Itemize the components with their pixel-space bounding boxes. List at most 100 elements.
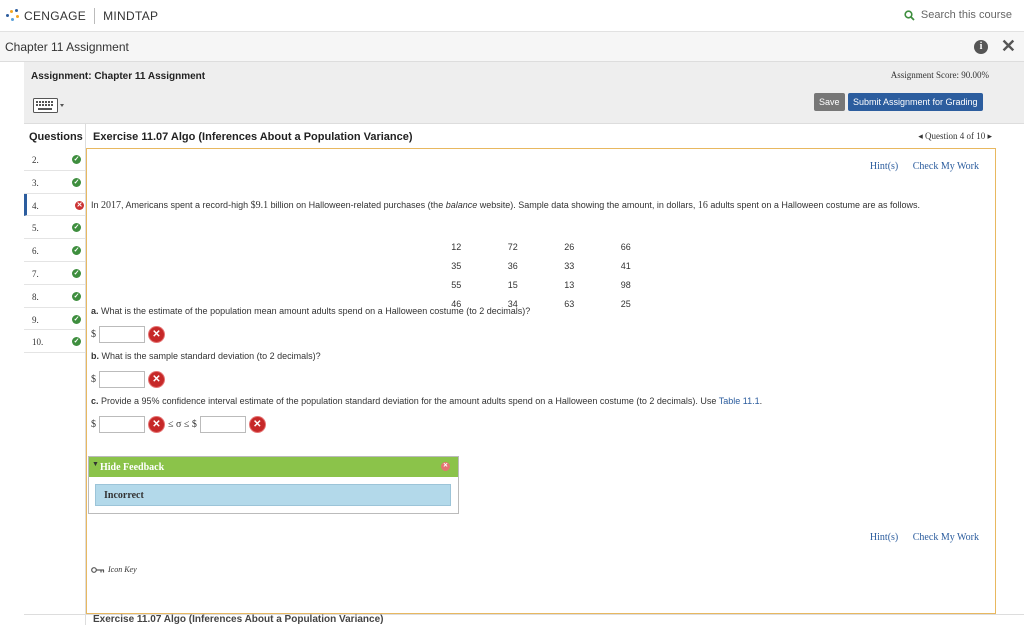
table-cell: 12 [451,241,462,252]
question-panel: Hint(s) Check My Work In 2017, Americans… [86,148,996,614]
table-11-1-link[interactable]: Table 11.1 [719,396,760,406]
exercise-title: Exercise 11.07 Algo (Inferences About a … [93,131,413,143]
assignment-score: Assignment Score: 90.00% [890,70,989,80]
question-text-part: billion on Halloween-related purchases (… [268,200,446,210]
part-c-lower-input[interactable] [99,416,145,433]
table-cell: 13 [564,279,575,290]
question-number: 4. [32,200,39,211]
question-number: 8. [32,291,39,302]
question-item-4[interactable]: 4. ✕ [24,193,85,217]
correct-check-icon: ✓ [72,155,81,164]
question-number: 10. [32,337,44,348]
part-b-input[interactable] [99,371,145,388]
bottom-exercise-title: Exercise 11.07 Algo (Inferences About a … [93,614,384,625]
correct-check-icon: ✓ [72,291,81,301]
correct-check-icon: ✓ [72,337,81,347]
hide-feedback-toggle[interactable]: ▼ Hide Feedback ✕ [89,457,458,477]
incorrect-x-icon: ✕ [75,200,84,210]
part-text: What is the sample standard deviation (t… [99,351,270,361]
currency-symbol: $ [91,419,96,430]
question-item-2[interactable]: 2. ✓ [24,148,85,171]
question-item-8[interactable]: 8. ✓ [24,285,85,308]
correct-check-icon: ✓ [72,268,81,278]
part-c-upper-input[interactable] [199,416,246,433]
incorrect-x-icon: ✕ [149,372,164,387]
info-icon[interactable]: i [974,40,988,54]
top-bar: CENGAGE MINDTAP Search this course [0,0,1024,32]
keyboard-icon[interactable] [33,98,65,119]
icon-key-label: Icon Key [108,565,137,574]
sigma-inequality: ≤ σ ≤ $ [168,419,197,430]
correct-check-icon: ✓ [72,223,81,233]
question-item-9[interactable]: 9. ✓ [24,308,85,331]
question-text-part: adults spent on a Halloween costume are … [707,200,920,210]
question-year: 2017 [101,200,122,211]
table-cell: 55 [451,279,462,290]
part-letter: a. [91,306,99,316]
table-cell: 36 [507,260,518,271]
logo-divider [94,8,96,24]
incorrect-x-icon: ✕ [249,417,265,432]
currency-symbol: $ [91,329,96,340]
table-row: 35 36 33 41 [429,257,653,274]
part-c-label: c. Provide a 95% confidence interval est… [91,396,762,406]
hint-row-bottom: Hint(s) Check My Work [858,532,979,543]
table-cell: 98 [620,279,631,290]
hints-link[interactable]: Hint(s) [870,161,898,172]
question-list: 2. ✓ 3. ✓ 4. ✕ 5. ✓ 6. ✓ 7. ✓ 8. ✓ 9. ✓ 10. ✓ [24,148,86,625]
question-number: 5. [32,223,39,234]
feedback-toggle-label: Hide Feedback [100,462,165,473]
collapse-triangle-icon: ▼ [92,460,99,468]
close-icon[interactable]: ✕ [1001,36,1016,57]
table-cell: 26 [564,241,575,252]
question-sample-size: 16 [697,200,708,211]
save-button[interactable]: Save [814,93,845,111]
question-amount: $9.1 [250,200,269,211]
question-navigator[interactable]: ◂ Question 4 of 10 ▸ [918,131,992,142]
search-course-button[interactable]: Search this course [904,9,1012,21]
hint-row-top: Hint(s) Check My Work [858,161,979,172]
part-text: decimals)? [484,306,531,316]
question-number: 7. [32,268,39,279]
assignment-title: Assignment: Chapter 11 Assignment [31,71,206,82]
table-cell: 25 [620,298,631,309]
question-item-6[interactable]: 6. ✓ [24,239,85,262]
question-number: 2. [32,155,39,165]
part-text: . [759,396,763,406]
table-cell: 72 [507,241,518,252]
close-feedback-icon[interactable]: ✕ [441,462,450,471]
question-item-3[interactable]: 3. ✓ [24,171,85,194]
part-a-input[interactable] [99,326,145,343]
check-my-work-link[interactable]: Check My Work [913,532,979,543]
submit-assignment-button[interactable]: Submit Assignment for Grading [848,93,983,111]
product-name: MINDTAP [103,9,159,23]
part-confidence: 95% [141,396,160,406]
part-text: decimals). Use [654,396,719,406]
question-text-part: website). Sample data showing the amount… [477,200,698,210]
correct-check-icon: ✓ [72,314,81,324]
question-item-7[interactable]: 7. ✓ [24,262,85,285]
part-text: Provide a [98,396,142,406]
part-a-answer-row: $ ✕ [91,326,164,343]
questions-header: Questions [24,124,86,148]
feedback-message: Incorrect [95,484,451,506]
chapter-bar: Chapter 11 Assignment i ✕ [0,32,1024,62]
question-number: 9. [32,314,39,325]
check-my-work-link[interactable]: Check My Work [913,161,979,172]
part-text: What is the estimate of the population m… [98,306,480,316]
key-icon [91,566,105,573]
part-text: decimals)? [274,351,321,361]
question-item-10[interactable]: 10. ✓ [24,330,85,354]
cengage-logo[interactable]: CENGAGE MINDTAP [6,8,158,24]
table-cell: 41 [620,260,631,271]
incorrect-x-icon: ✕ [149,417,164,432]
correct-check-icon: ✓ [72,246,81,256]
table-cell: 63 [564,298,575,309]
icon-key-link[interactable]: Icon Key [91,565,137,574]
question-item-5[interactable]: 5. ✓ [24,216,85,240]
part-text: confidence interval estimate of the popu… [159,396,650,406]
sample-data-table: 12 72 26 66 35 36 33 41 55 15 13 98 46 34 63 25 [427,236,655,314]
part-letter: b. [91,351,99,361]
hints-link[interactable]: Hint(s) [870,532,898,543]
question-text: In 2017, Americans spent a record-high $… [91,197,986,214]
